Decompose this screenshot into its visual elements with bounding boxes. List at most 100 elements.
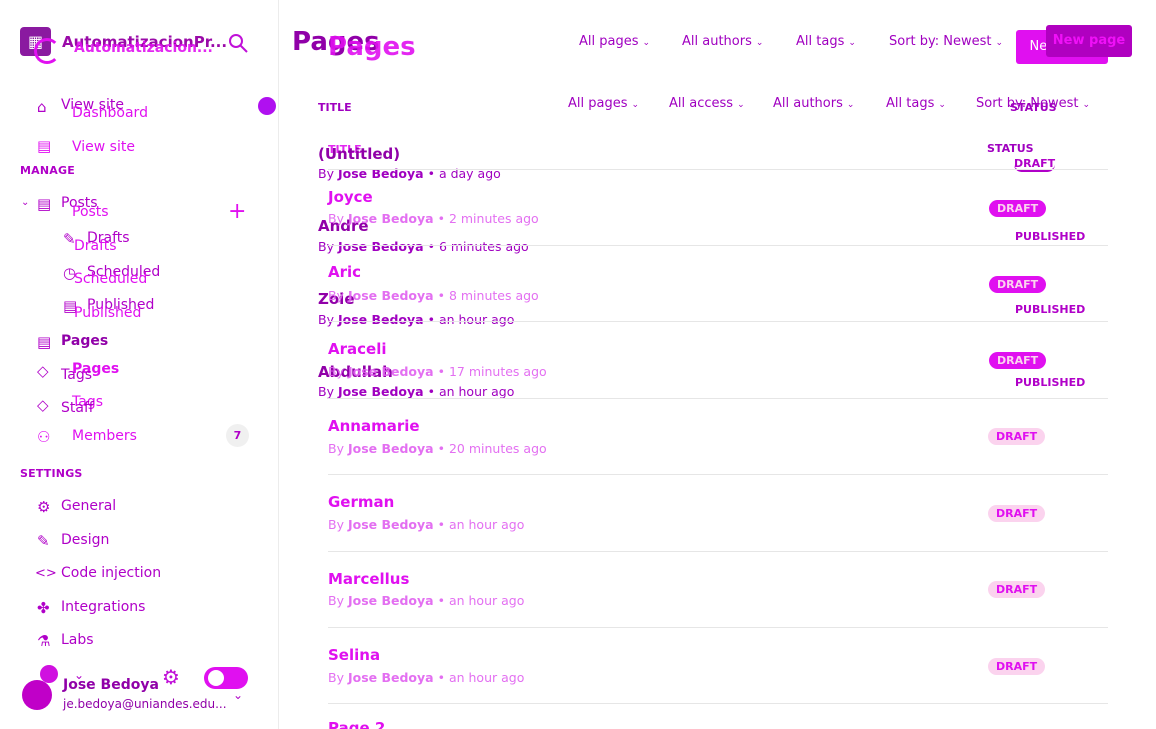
- row-divider: [328, 703, 1108, 704]
- members-count-badge: 7: [226, 424, 249, 447]
- list-item-title[interactable]: Page 2: [328, 719, 385, 729]
- list-item-title[interactable]: Annamarie: [328, 417, 420, 435]
- list-item-title[interactable]: Marcellus: [328, 570, 409, 588]
- status-badge: PUBLISHED: [1015, 376, 1086, 389]
- separator: •: [437, 288, 445, 303]
- filter-label: All pages: [568, 96, 628, 111]
- staff-icon: ◇: [37, 396, 49, 414]
- filter-type[interactable]: All pages ⌄: [579, 34, 650, 49]
- list-item-title[interactable]: Aric: [328, 263, 361, 281]
- list-item-title[interactable]: German: [328, 493, 394, 511]
- site-name-ghost: Automatizacion...: [74, 40, 213, 56]
- layout-icon: ▤: [37, 137, 52, 155]
- status-badge: PUBLISHED: [1015, 303, 1086, 316]
- user-email: je.bedoya@uniandes.edu...: [63, 697, 227, 711]
- sidebar-item-posts-ghost: Posts: [72, 204, 109, 220]
- filter-type-2[interactable]: All pages ⌄: [568, 96, 639, 111]
- sidebar-item-general[interactable]: General: [61, 498, 116, 514]
- by-label: By: [328, 364, 344, 379]
- separator: •: [437, 517, 445, 532]
- filter-access[interactable]: All access ⌄: [669, 96, 745, 111]
- timestamp: an hour ago: [448, 593, 525, 608]
- timestamp: an hour ago: [438, 384, 515, 399]
- by-label: By: [318, 239, 334, 254]
- manage-heading: MANAGE: [20, 164, 75, 177]
- list-item-title[interactable]: Selina: [328, 646, 380, 664]
- sidebar: ▦ AutomatizacionPr... Automatizacion... …: [0, 0, 279, 729]
- author-name: Jose Bedoya: [337, 384, 424, 399]
- sidebar-item-dashboard[interactable]: Dashboard: [72, 105, 148, 121]
- sidebar-item-integrations[interactable]: Integrations: [61, 599, 145, 615]
- timestamp: an hour ago: [438, 312, 515, 327]
- new-page-button-ghost[interactable]: New page: [1046, 25, 1132, 57]
- timestamp: 8 minutes ago: [448, 288, 539, 303]
- sidebar-item-labs[interactable]: Labs: [61, 632, 94, 648]
- list-item-title[interactable]: Joyce: [328, 188, 373, 206]
- author-name: Jose Bedoya: [347, 670, 434, 685]
- by-label: By: [318, 384, 334, 399]
- chevron-down-icon: ⌄: [1082, 100, 1091, 110]
- list-item-meta: By Jose Bedoya • 17 minutes ago: [328, 364, 547, 379]
- by-label: By: [328, 288, 344, 303]
- row-divider: [328, 245, 1108, 246]
- search-icon[interactable]: [226, 31, 252, 57]
- filter-sort[interactable]: Sort by: Newest ⌄: [889, 34, 1003, 49]
- avatar-ghost: [40, 665, 58, 683]
- filter-label: All authors: [682, 34, 752, 49]
- list-item-meta: By Jose Bedoya • an hour ago: [328, 517, 524, 532]
- sidebar-item-view-site-2[interactable]: View site: [72, 139, 135, 155]
- by-label: By: [328, 211, 344, 226]
- gear-icon: ⚙: [37, 498, 51, 516]
- author-name: Jose Bedoya: [347, 364, 434, 379]
- filter-author-2[interactable]: All authors ⌄: [773, 96, 854, 111]
- chevron-down-icon[interactable]: ⌄: [21, 197, 29, 208]
- list-item-title[interactable]: (Untitled): [318, 145, 400, 163]
- row-divider: [328, 551, 1108, 552]
- separator: •: [437, 441, 445, 456]
- avatar[interactable]: [22, 680, 52, 710]
- sidebar-item-tags[interactable]: Tags: [61, 367, 92, 383]
- user-name[interactable]: Jose Bedoya: [63, 677, 159, 693]
- author-name: Jose Bedoya: [337, 312, 424, 327]
- filter-label: All authors: [773, 96, 843, 111]
- sidebar-item-members[interactable]: Members: [72, 428, 137, 444]
- chevron-down-icon: ⌄: [848, 38, 856, 48]
- chevron-down-icon: ⌄: [642, 38, 651, 48]
- by-label: By: [328, 593, 344, 608]
- sidebar-item-code-injection[interactable]: Code injection: [61, 565, 161, 581]
- filter-tag-2[interactable]: All tags ⌄: [886, 96, 946, 111]
- sidebar-item-pages[interactable]: Pages: [61, 333, 108, 349]
- sidebar-item-staff[interactable]: Staff: [61, 400, 94, 416]
- timestamp: an hour ago: [448, 670, 525, 685]
- filter-label: All access: [669, 96, 734, 111]
- filter-label: All tags: [796, 34, 845, 49]
- add-post-icon[interactable]: +: [228, 199, 246, 224]
- posts-icon: ▤: [37, 195, 52, 213]
- filter-tag[interactable]: All tags ⌄: [796, 34, 856, 49]
- list-item-title[interactable]: Araceli: [328, 340, 386, 358]
- chevron-down-icon: ⌄: [737, 100, 745, 110]
- timestamp: 17 minutes ago: [448, 364, 547, 379]
- chevron-down-icon: ⌄: [938, 100, 946, 110]
- status-badge: DRAFT: [988, 428, 1046, 445]
- sidebar-item-drafts-ghost: Drafts: [74, 238, 117, 254]
- filter-author[interactable]: All authors ⌄: [682, 34, 763, 49]
- row-divider: [328, 321, 1108, 322]
- author-name: Jose Bedoya: [347, 441, 434, 456]
- dark-mode-toggle[interactable]: [204, 667, 248, 689]
- timestamp: 20 minutes ago: [448, 441, 547, 456]
- row-divider: [328, 398, 1108, 399]
- tag-icon: ◇: [37, 362, 49, 380]
- chevron-down-icon: ⌄: [846, 100, 855, 110]
- chevron-down-icon: ⌄: [755, 38, 764, 48]
- sidebar-item-published-ghost: Published: [74, 305, 142, 321]
- list-item-meta: By Jose Bedoya • an hour ago: [328, 593, 524, 608]
- sidebar-item-design[interactable]: Design: [61, 532, 109, 548]
- pages-icon: ▤: [37, 333, 52, 351]
- chevron-down-icon: ⌄: [995, 38, 1004, 48]
- timestamp: 6 minutes ago: [438, 239, 529, 254]
- settings-gear-icon[interactable]: ⚙: [162, 665, 180, 689]
- flask-icon: ⚗: [37, 632, 51, 650]
- chevron-down-icon[interactable]: ⌄: [233, 688, 243, 702]
- separator: •: [437, 364, 445, 379]
